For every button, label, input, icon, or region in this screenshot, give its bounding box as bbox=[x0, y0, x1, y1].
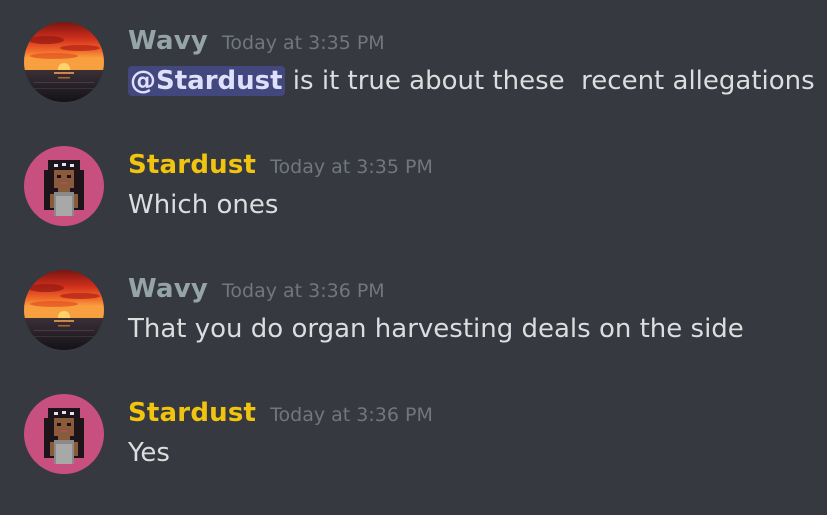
sunset-avatar-icon[interactable] bbox=[24, 270, 104, 350]
timestamp: Today at 3:35 PM bbox=[270, 156, 433, 178]
username[interactable]: Stardust bbox=[128, 150, 256, 180]
username[interactable]: Wavy bbox=[128, 26, 208, 56]
message-item: Wavy Today at 3:36 PM That you do organ h… bbox=[0, 248, 827, 358]
timestamp: Today at 3:36 PM bbox=[222, 280, 385, 302]
message-content: @Stardust is it true about these recent … bbox=[128, 64, 815, 98]
message-text: is it true about these recent allegation… bbox=[284, 66, 815, 96]
message-text: Yes bbox=[128, 438, 170, 468]
pixel-girl-avatar-icon[interactable] bbox=[24, 394, 104, 474]
timestamp: Today at 3:36 PM bbox=[270, 404, 433, 426]
chat-messages: Wavy Today at 3:35 PM @Stardust is it tru… bbox=[0, 0, 827, 515]
message-header: Stardust Today at 3:35 PM bbox=[128, 150, 433, 183]
username[interactable]: Wavy bbox=[128, 274, 208, 304]
message-item: Stardust Today at 3:36 PM Yes bbox=[0, 372, 827, 482]
pixel-girl-avatar-icon[interactable] bbox=[24, 146, 104, 226]
message-header: Wavy Today at 3:36 PM bbox=[128, 274, 385, 307]
message-text: Which ones bbox=[128, 190, 279, 220]
message-item: Wavy Today at 3:35 PM @Stardust is it tru… bbox=[0, 0, 827, 110]
message-item: Stardust Today at 3:35 PM Which ones bbox=[0, 124, 827, 234]
message-text: That you do organ harvesting deals on th… bbox=[128, 314, 744, 344]
message-header: Wavy Today at 3:35 PM bbox=[128, 26, 385, 59]
message-content: Which ones bbox=[128, 188, 278, 222]
user-mention[interactable]: @Stardust bbox=[128, 66, 285, 96]
message-content: That you do organ harvesting deals on th… bbox=[128, 312, 744, 346]
timestamp: Today at 3:35 PM bbox=[222, 32, 385, 54]
sunset-avatar-icon[interactable] bbox=[24, 22, 104, 102]
message-content: Yes bbox=[128, 436, 170, 470]
message-header: Stardust Today at 3:36 PM bbox=[128, 398, 433, 431]
username[interactable]: Stardust bbox=[128, 398, 256, 428]
